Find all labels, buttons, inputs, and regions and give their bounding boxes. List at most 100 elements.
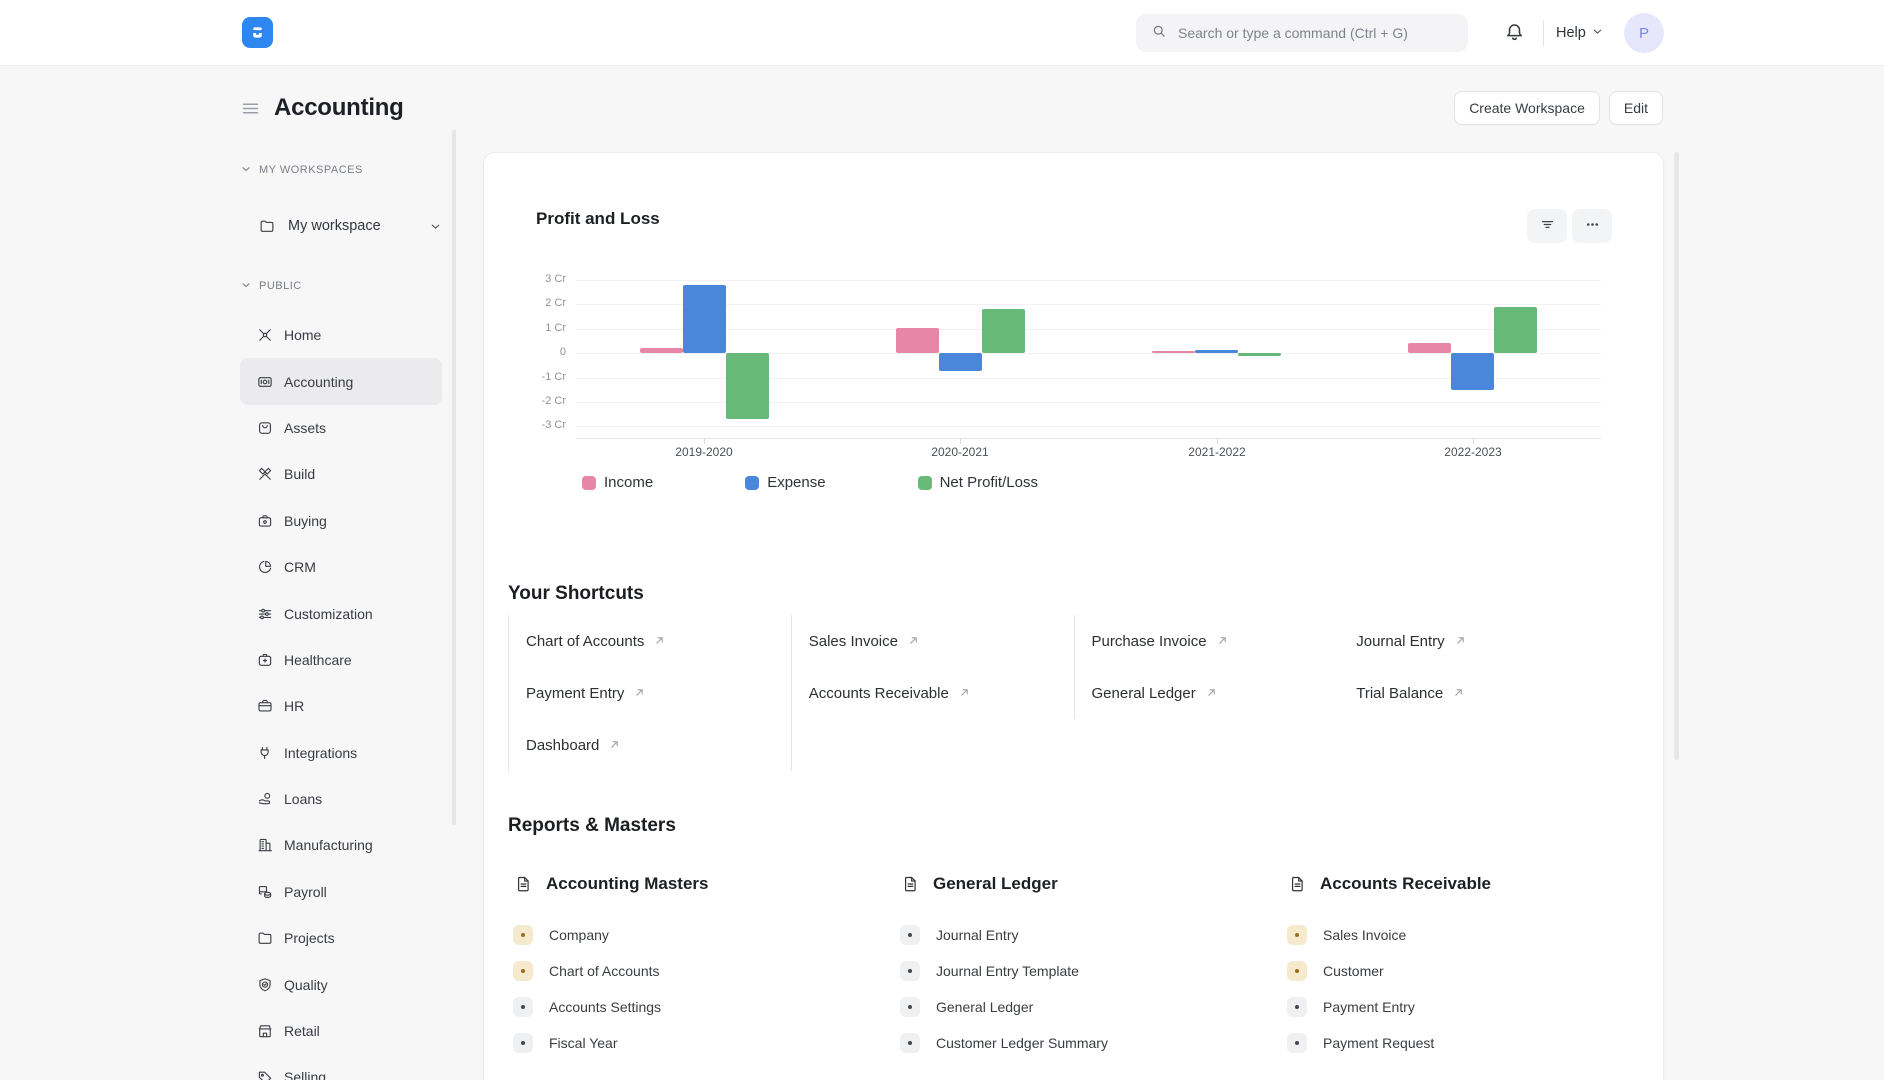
sidebar-item-icon (256, 558, 274, 576)
chart-gridline (576, 426, 1601, 427)
chart-filter-button[interactable] (1527, 209, 1567, 243)
sidebar-item[interactable]: Selling (240, 1054, 442, 1080)
sidebar-item-icon (256, 512, 274, 530)
shortcut-link[interactable]: Payment Entry (508, 667, 791, 719)
shortcut-link[interactable]: Accounts Receivable (791, 667, 1074, 719)
sidebar-item-label: Assets (284, 420, 326, 436)
sidebar-scrollbar[interactable] (452, 130, 456, 825)
report-link[interactable]: Company (508, 917, 895, 953)
sidebar-item-label: Manufacturing (284, 837, 373, 853)
report-link[interactable]: Fiscal Year (508, 1025, 895, 1061)
erpnext-logo[interactable] (242, 17, 273, 48)
shortcut-link[interactable]: General Ledger (1074, 667, 1357, 719)
file-text-icon (514, 874, 533, 894)
sidebar-item-icon (256, 1068, 274, 1080)
legend-label: Income (604, 474, 653, 491)
sidebar-item[interactable]: Manufacturing (240, 822, 442, 868)
report-link[interactable]: Accounts Settings (508, 989, 895, 1025)
section-my-workspaces[interactable]: MY WORKSPACES (240, 160, 456, 180)
report-link-label: Sales Invoice (1323, 927, 1406, 943)
chart-x-tick (1217, 438, 1218, 444)
filter-icon (1539, 216, 1556, 236)
legend-label: Net Profit/Loss (940, 474, 1038, 491)
sidebar-item[interactable]: Loans (240, 776, 442, 822)
report-link[interactable]: Journal Entry (895, 917, 1282, 953)
legend-item: Expense (745, 474, 825, 491)
sidebar-item[interactable]: Payroll (240, 869, 442, 915)
report-link[interactable]: Payment Entry (1282, 989, 1669, 1025)
bullet-icon (1287, 997, 1307, 1017)
search-placeholder: Search or type a command (Ctrl + G) (1178, 25, 1408, 41)
report-link[interactable]: General Ledger (895, 989, 1282, 1025)
shortcut-link[interactable]: Purchase Invoice (1074, 615, 1357, 667)
report-link[interactable]: Journal Entry Template (895, 953, 1282, 989)
report-link[interactable]: Sales Invoice (1282, 917, 1669, 953)
legend-item: Net Profit/Loss (918, 474, 1038, 491)
sidebar-item[interactable]: Assets (240, 405, 442, 451)
shortcut-link[interactable]: Journal Entry (1356, 615, 1639, 667)
shortcut-label: Accounts Receivable (809, 685, 949, 702)
report-link-label: Customer Ledger Summary (936, 1035, 1108, 1051)
sidebar-item-icon (256, 836, 274, 854)
page-scrollbar[interactable] (1674, 152, 1679, 760)
sidebar-item[interactable]: Customization (240, 590, 442, 636)
chevron-down-icon[interactable] (429, 220, 442, 233)
search-input[interactable]: Search or type a command (Ctrl + G) (1136, 14, 1468, 52)
sidebar-item-label: Projects (284, 930, 335, 946)
report-column-header: Accounting Masters (508, 871, 895, 897)
chart-gridline (576, 280, 1601, 281)
edit-button[interactable]: Edit (1609, 91, 1663, 125)
report-link[interactable]: Customer (1282, 953, 1669, 989)
sidebar-item[interactable]: Quality (240, 961, 442, 1007)
bullet-icon (513, 997, 533, 1017)
sidebar-item[interactable]: Projects (240, 915, 442, 961)
sidebar-toggle-icon[interactable] (240, 98, 261, 119)
sidebar-item[interactable]: Healthcare (240, 637, 442, 683)
shortcut-link[interactable]: Trial Balance (1356, 667, 1639, 719)
help-menu[interactable]: Help (1556, 22, 1604, 44)
shortcut-label: General Ledger (1092, 685, 1196, 702)
sidebar-item[interactable]: Home (240, 312, 442, 358)
chart-x-category-label: 2019-2020 (644, 445, 764, 459)
section-public[interactable]: PUBLIC (240, 276, 456, 296)
sidebar-item-icon (256, 373, 274, 391)
create-workspace-button[interactable]: Create Workspace (1454, 91, 1600, 125)
shortcut-link[interactable]: Dashboard (508, 719, 791, 771)
sidebar-item[interactable]: CRM (240, 544, 442, 590)
chart-bar (896, 328, 939, 354)
logo-glyph (248, 23, 267, 42)
report-link[interactable]: Chart of Accounts (508, 953, 895, 989)
sidebar-item-label: Payroll (284, 884, 327, 900)
sidebar-item-label: Buying (284, 513, 327, 529)
my-workspace-item[interactable]: My workspace (240, 206, 456, 246)
sidebar-item[interactable]: Build (240, 451, 442, 497)
search-icon (1150, 22, 1168, 45)
chart-header: Profit and Loss (508, 209, 1639, 229)
chart-more-button[interactable] (1572, 209, 1612, 243)
report-column-title: Accounting Masters (546, 874, 708, 894)
sidebar-item[interactable]: HR (240, 683, 442, 729)
bullet-icon (513, 925, 533, 945)
report-link-list: Sales Invoice Customer Payment Entry (1282, 917, 1669, 1061)
shortcut-link[interactable]: Chart of Accounts (508, 615, 791, 667)
my-workspace-label: My workspace (288, 218, 381, 234)
chart-gridline (576, 329, 1601, 330)
sidebar-item-label: Quality (284, 977, 328, 993)
sidebar-item[interactable]: Buying (240, 498, 442, 544)
shortcut-link[interactable] (791, 719, 1074, 771)
chart-x-category-label: 2021-2022 (1157, 445, 1277, 459)
sidebar-item[interactable]: Integrations (240, 730, 442, 776)
shortcut-label: Purchase Invoice (1092, 633, 1207, 650)
report-link[interactable]: Customer Ledger Summary (895, 1025, 1282, 1061)
chart-x-tick (704, 438, 705, 444)
chart-bar (726, 353, 769, 419)
user-avatar[interactable]: P (1624, 13, 1664, 53)
notifications-button[interactable] (1502, 21, 1526, 45)
chart-bar (1152, 351, 1195, 353)
report-link[interactable]: Payment Request (1282, 1025, 1669, 1061)
shortcut-label: Journal Entry (1356, 633, 1444, 650)
shortcut-link[interactable]: Sales Invoice (791, 615, 1074, 667)
sidebar-item[interactable]: Retail (240, 1008, 442, 1054)
sidebar-item[interactable]: Accounting (240, 358, 442, 404)
bullet-icon (900, 925, 920, 945)
